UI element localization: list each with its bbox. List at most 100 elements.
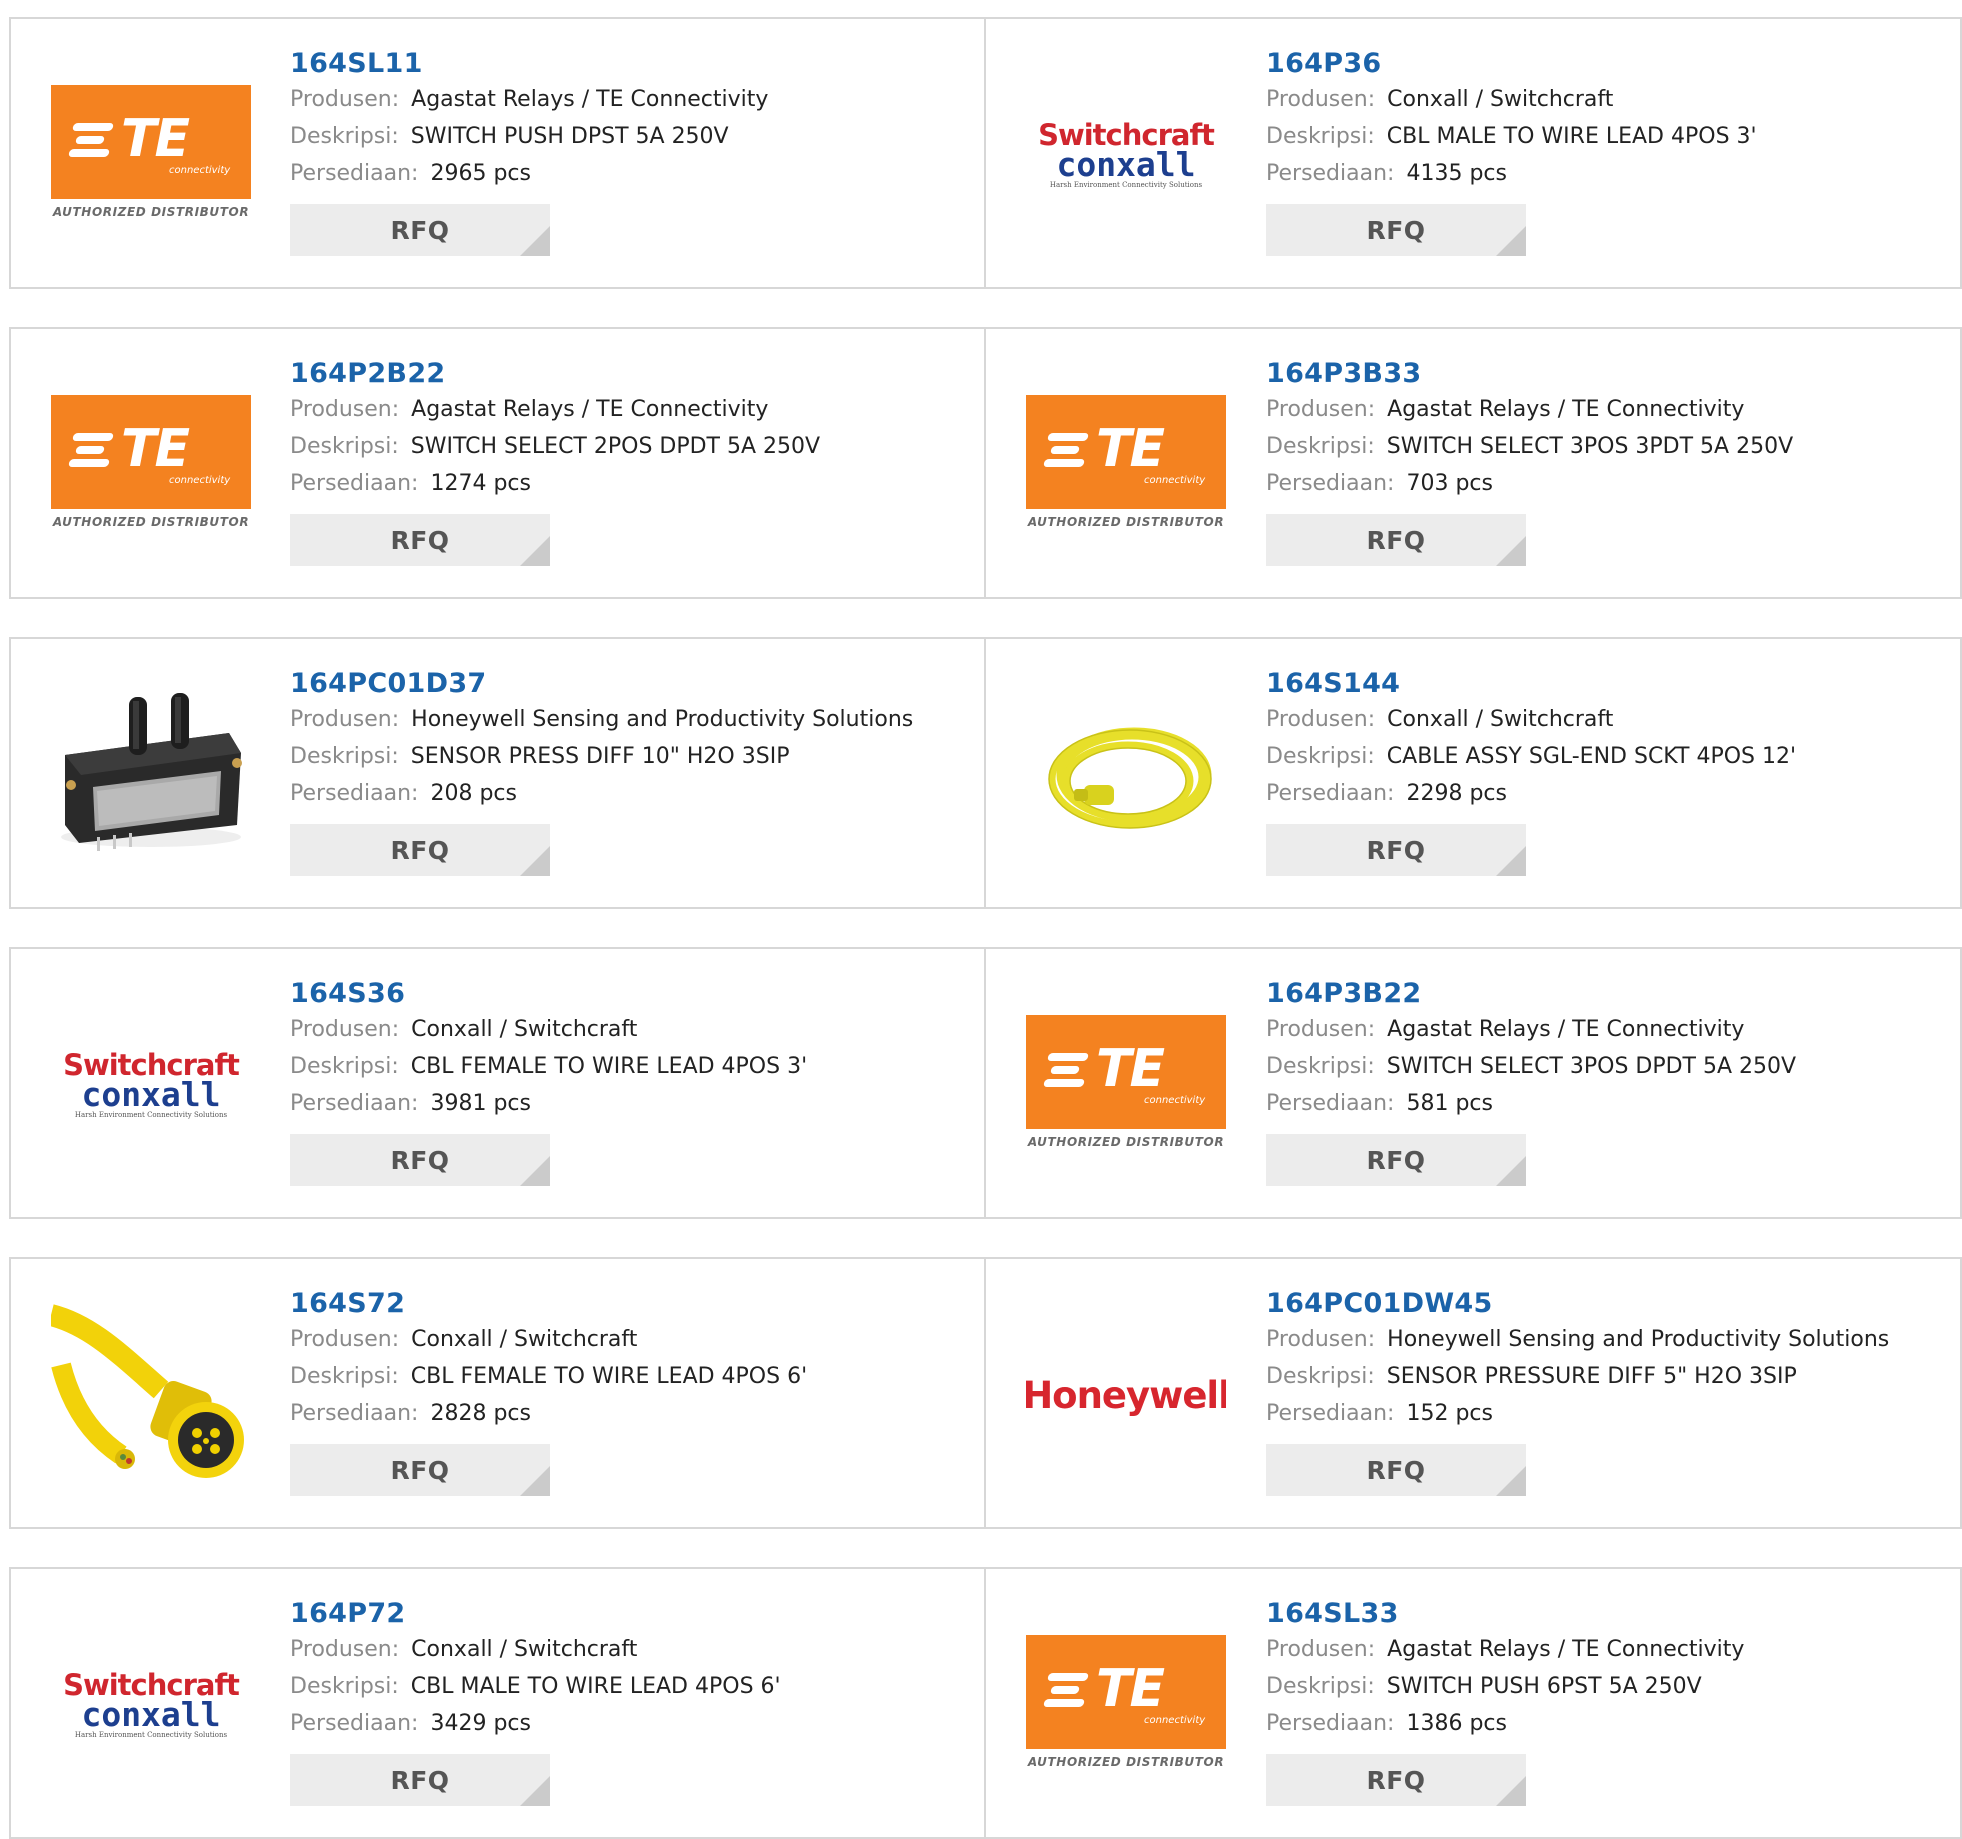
part-number-link[interactable]: 164S144: [1266, 667, 1796, 701]
stock-value: 208 pcs: [430, 781, 517, 806]
te-connectivity-text: connectivity: [169, 475, 231, 486]
product-image[interactable]: Switchcraft conxall Harsh Environment Co…: [1026, 55, 1226, 255]
stock-value: 581 pcs: [1406, 1091, 1493, 1116]
stock-value: 1386 pcs: [1406, 1711, 1507, 1736]
manufacturer-label: Produsen:: [1266, 397, 1376, 422]
rfq-button[interactable]: RFQ: [290, 824, 550, 876]
stock-label: Persediaan:: [290, 781, 419, 806]
honeywell-logo: Honeywell: [1026, 1373, 1226, 1417]
product-image[interactable]: TE connectivity AUTHORIZED DISTRIBUTOR: [51, 365, 251, 565]
manufacturer-value: Conxall / Switchcraft: [411, 1017, 638, 1042]
stock-label: Persediaan:: [1266, 471, 1395, 496]
te-logo-box: TE connectivity: [1026, 1015, 1226, 1129]
rfq-button[interactable]: RFQ: [290, 1444, 550, 1496]
product-card: Switchcraft conxall Harsh Environment Co…: [9, 947, 986, 1219]
manufacturer-value: Agastat Relays / TE Connectivity: [411, 397, 769, 422]
part-number-link[interactable]: 164P36: [1266, 47, 1757, 81]
te-letters: TE: [121, 109, 190, 169]
manufacturer-row: Produsen: Conxall / Switchcraft: [290, 1631, 781, 1668]
rfq-button[interactable]: RFQ: [1266, 514, 1526, 566]
description-row: Deskripsi: CBL FEMALE TO WIRE LEAD 4POS 3…: [290, 1048, 807, 1085]
yellow-cable-coil-photo: [1026, 675, 1226, 875]
part-number-link[interactable]: 164PC01D37: [290, 667, 913, 701]
product-image[interactable]: TE connectivity AUTHORIZED DISTRIBUTOR: [1026, 365, 1226, 565]
product-card: 164S72 Produsen: Conxall / Switchcraft De…: [9, 1257, 986, 1529]
manufacturer-value: Conxall / Switchcraft: [411, 1637, 638, 1662]
te-letters: TE: [1096, 1039, 1165, 1099]
part-number-link[interactable]: 164P72: [290, 1597, 781, 1631]
conxall-tagline: Harsh Environment Connectivity Solutions: [1049, 181, 1203, 189]
product-image[interactable]: TE connectivity AUTHORIZED DISTRIBUTOR: [1026, 985, 1226, 1185]
te-logo-box: TE connectivity: [51, 395, 251, 509]
rfq-button[interactable]: RFQ: [1266, 1754, 1526, 1806]
manufacturer-label: Produsen:: [1266, 1637, 1376, 1662]
product-image[interactable]: TE connectivity AUTHORIZED DISTRIBUTOR: [51, 55, 251, 255]
stock-row: Persediaan: 152 pcs: [1266, 1395, 1889, 1432]
description-row: Deskripsi: SENSOR PRESS DIFF 10" H2O 3SIP: [290, 738, 913, 775]
manufacturer-label: Produsen:: [290, 1637, 400, 1662]
manufacturer-value: Conxall / Switchcraft: [1387, 87, 1614, 112]
product-image[interactable]: Switchcraft conxall Harsh Environment Co…: [51, 985, 251, 1185]
te-bars-icon: [1042, 1053, 1090, 1087]
manufacturer-label: Produsen:: [290, 707, 400, 732]
product-image[interactable]: [51, 675, 251, 875]
part-number-link[interactable]: 164SL11: [290, 47, 768, 81]
description-label: Deskripsi:: [290, 124, 399, 149]
manufacturer-label: Produsen:: [290, 1017, 400, 1042]
part-number-link[interactable]: 164S36: [290, 977, 807, 1011]
manufacturer-label: Produsen:: [1266, 1327, 1376, 1352]
description-label: Deskripsi:: [1266, 1364, 1375, 1389]
part-number-link[interactable]: 164SL33: [1266, 1597, 1744, 1631]
authorized-distributor-text: AUTHORIZED DISTRIBUTOR: [1027, 515, 1225, 529]
conxall-tagline: Harsh Environment Connectivity Solutions: [74, 1111, 228, 1119]
stock-row: Persediaan: 2828 pcs: [290, 1395, 807, 1432]
product-card: Switchcraft conxall Harsh Environment Co…: [986, 17, 1962, 289]
description-value: SWITCH SELECT 3POS DPDT 5A 250V: [1386, 1054, 1797, 1079]
product-image[interactable]: Switchcraft conxall Harsh Environment Co…: [51, 1605, 251, 1805]
description-value: SWITCH PUSH 6PST 5A 250V: [1386, 1674, 1702, 1699]
stock-value: 2298 pcs: [1406, 781, 1507, 806]
part-number-link[interactable]: 164S72: [290, 1287, 807, 1321]
rfq-button[interactable]: RFQ: [290, 1134, 550, 1186]
part-number-link[interactable]: 164P2B22: [290, 357, 820, 391]
manufacturer-label: Produsen:: [290, 1327, 400, 1352]
stock-value: 3981 pcs: [430, 1091, 531, 1116]
product-info: 164P3B22 Produsen: Agastat Relays / TE Co…: [1266, 977, 1796, 1186]
part-number-link[interactable]: 164PC01DW45: [1266, 1287, 1889, 1321]
description-value: CBL MALE TO WIRE LEAD 4POS 6': [410, 1674, 781, 1699]
description-row: Deskripsi: SENSOR PRESSURE DIFF 5" H2O 3S…: [1266, 1358, 1889, 1395]
part-number-link[interactable]: 164P3B33: [1266, 357, 1793, 391]
manufacturer-value: Agastat Relays / TE Connectivity: [1387, 397, 1745, 422]
product-image[interactable]: TE connectivity AUTHORIZED DISTRIBUTOR: [1026, 1605, 1226, 1805]
authorized-distributor-text: AUTHORIZED DISTRIBUTOR: [1027, 1135, 1225, 1149]
description-label: Deskripsi:: [1266, 1054, 1375, 1079]
stock-label: Persediaan:: [1266, 1711, 1395, 1736]
product-image[interactable]: Honeywell: [1026, 1295, 1226, 1495]
rfq-button[interactable]: RFQ: [1266, 204, 1526, 256]
rfq-button[interactable]: RFQ: [1266, 1134, 1526, 1186]
rfq-button[interactable]: RFQ: [290, 514, 550, 566]
manufacturer-value: Honeywell Sensing and Productivity Solut…: [411, 707, 914, 732]
stock-value: 4135 pcs: [1406, 161, 1507, 186]
stock-value: 2965 pcs: [430, 161, 531, 186]
manufacturer-row: Produsen: Conxall / Switchcraft: [290, 1011, 807, 1048]
manufacturer-row: Produsen: Agastat Relays / TE Connectivit…: [1266, 1631, 1744, 1668]
product-image[interactable]: [1026, 675, 1226, 875]
manufacturer-row: Produsen: Agastat Relays / TE Connectivit…: [1266, 1011, 1796, 1048]
stock-value: 152 pcs: [1406, 1401, 1493, 1426]
rfq-button[interactable]: RFQ: [290, 1754, 550, 1806]
stock-label: Persediaan:: [290, 1091, 419, 1116]
te-letters: TE: [121, 419, 190, 479]
part-number-link[interactable]: 164P3B22: [1266, 977, 1796, 1011]
manufacturer-label: Produsen:: [290, 87, 400, 112]
product-info: 164SL33 Produsen: Agastat Relays / TE Con…: [1266, 1597, 1744, 1806]
rfq-button[interactable]: RFQ: [1266, 1444, 1526, 1496]
rfq-button[interactable]: RFQ: [1266, 824, 1526, 876]
manufacturer-label: Produsen:: [1266, 87, 1376, 112]
product-image[interactable]: [51, 1295, 251, 1495]
manufacturer-row: Produsen: Conxall / Switchcraft: [290, 1321, 807, 1358]
manufacturer-label: Produsen:: [290, 397, 400, 422]
rfq-button[interactable]: RFQ: [290, 204, 550, 256]
manufacturer-value: Honeywell Sensing and Productivity Solut…: [1387, 1327, 1890, 1352]
te-connectivity-logo: TE connectivity AUTHORIZED DISTRIBUTOR: [51, 85, 251, 225]
